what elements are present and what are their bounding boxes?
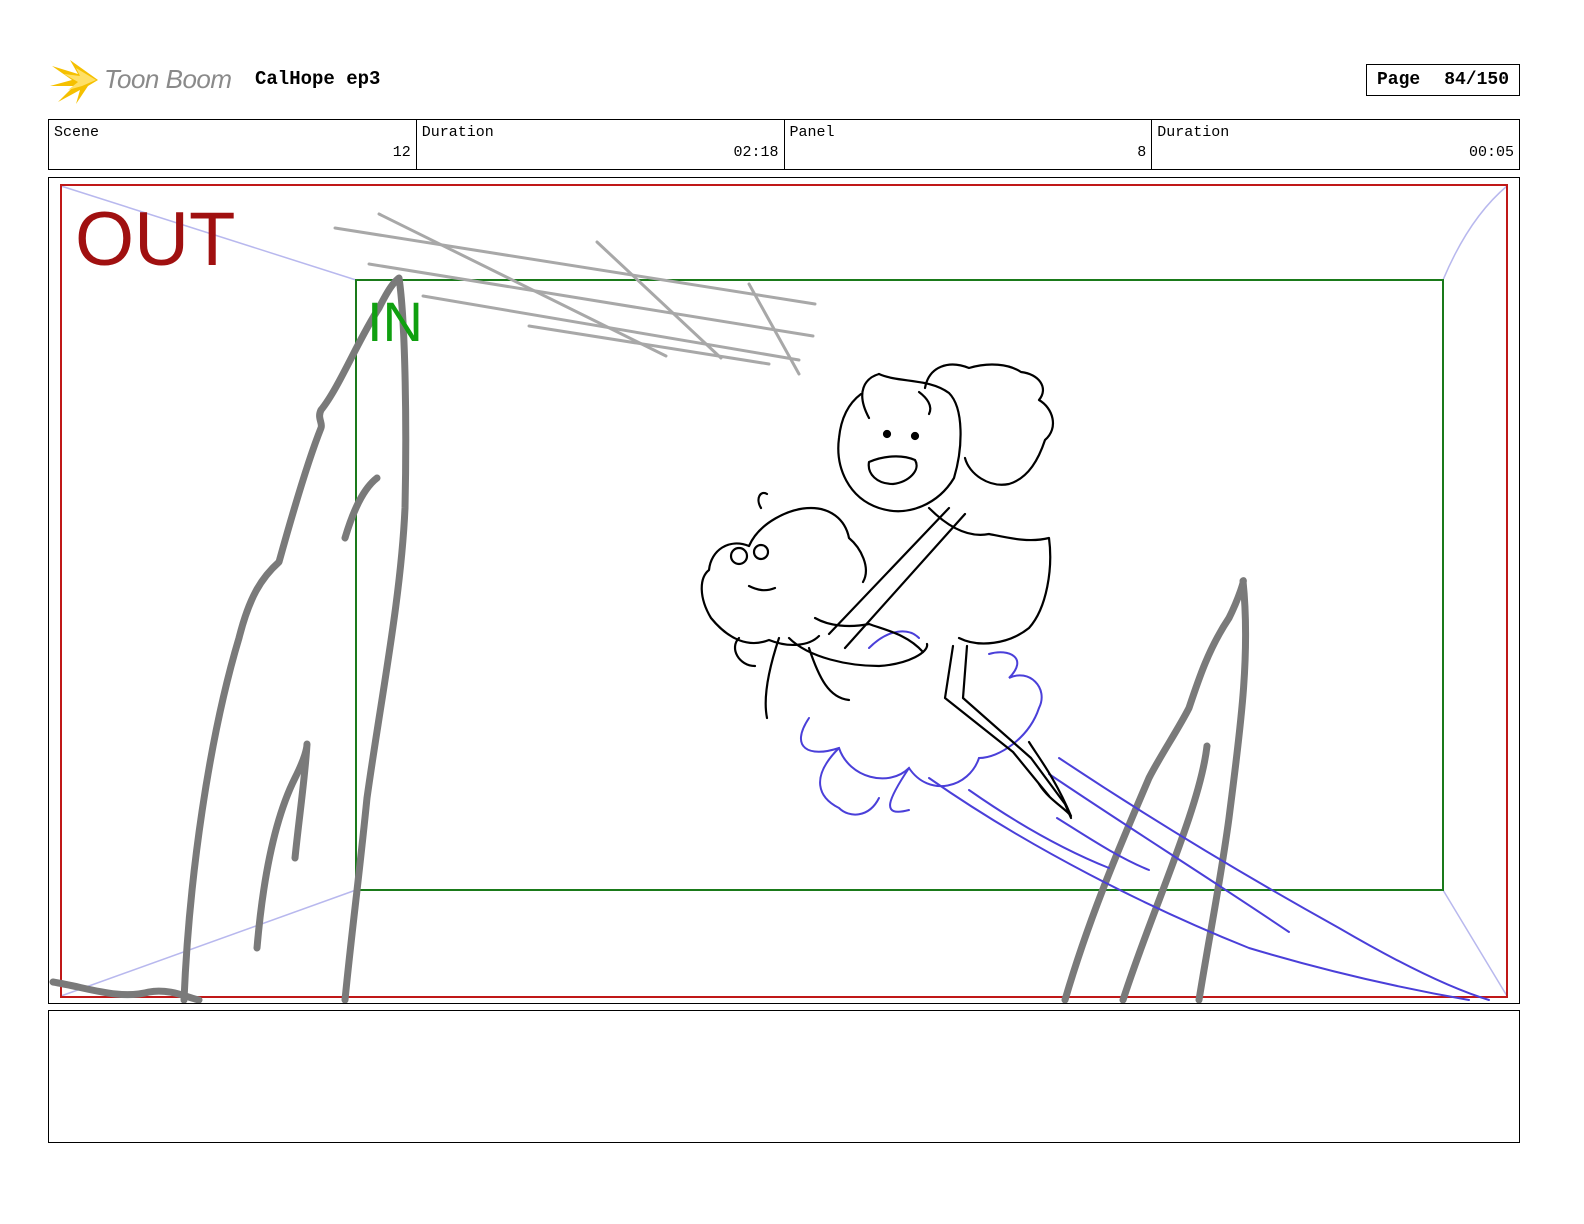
storyboard-panel[interactable]: OUT IN — [48, 177, 1520, 1004]
panel-cell: Panel 8 — [785, 120, 1153, 169]
panel-notes-area[interactable] — [48, 1010, 1520, 1143]
scene-duration-label: Duration — [421, 124, 494, 141]
scene-value: 12 — [392, 144, 411, 161]
panel-duration-label: Duration — [1157, 124, 1230, 141]
out-frame — [60, 184, 1508, 998]
panel-duration-cell: Duration 00:05 — [1152, 120, 1519, 169]
panel-drawing — [49, 184, 1508, 1003]
panel-value: 8 — [1137, 144, 1147, 161]
project-title: CalHope ep3 — [255, 68, 381, 90]
camera-guide-lines — [60, 185, 1508, 997]
scene-duration-value: 02:18 — [733, 144, 779, 161]
character-sketch — [700, 363, 1073, 820]
scene-duration-cell: Duration 02:18 — [417, 120, 785, 169]
rock-spires — [49, 274, 1250, 1003]
panel-duration-value: 00:05 — [1468, 144, 1514, 161]
out-frame-label: OUT — [75, 197, 236, 282]
toon-boom-logo: Toon Boom — [50, 56, 240, 106]
in-frame — [355, 279, 1444, 891]
page-indicator: Page 84/150 — [1366, 64, 1520, 96]
starburst-icon — [50, 60, 98, 104]
logo-text: Toon Boom — [104, 64, 232, 94]
page-number: 84/150 — [1444, 70, 1510, 90]
in-frame-label: IN — [367, 290, 423, 353]
scene-cell: Scene 12 — [49, 120, 417, 169]
page-label: Page — [1376, 70, 1421, 90]
scene-label: Scene — [54, 124, 100, 141]
panel-info-row: Scene 12 Duration 02:18 Panel 8 Duration… — [48, 119, 1520, 170]
panel-label: Panel — [789, 124, 835, 141]
